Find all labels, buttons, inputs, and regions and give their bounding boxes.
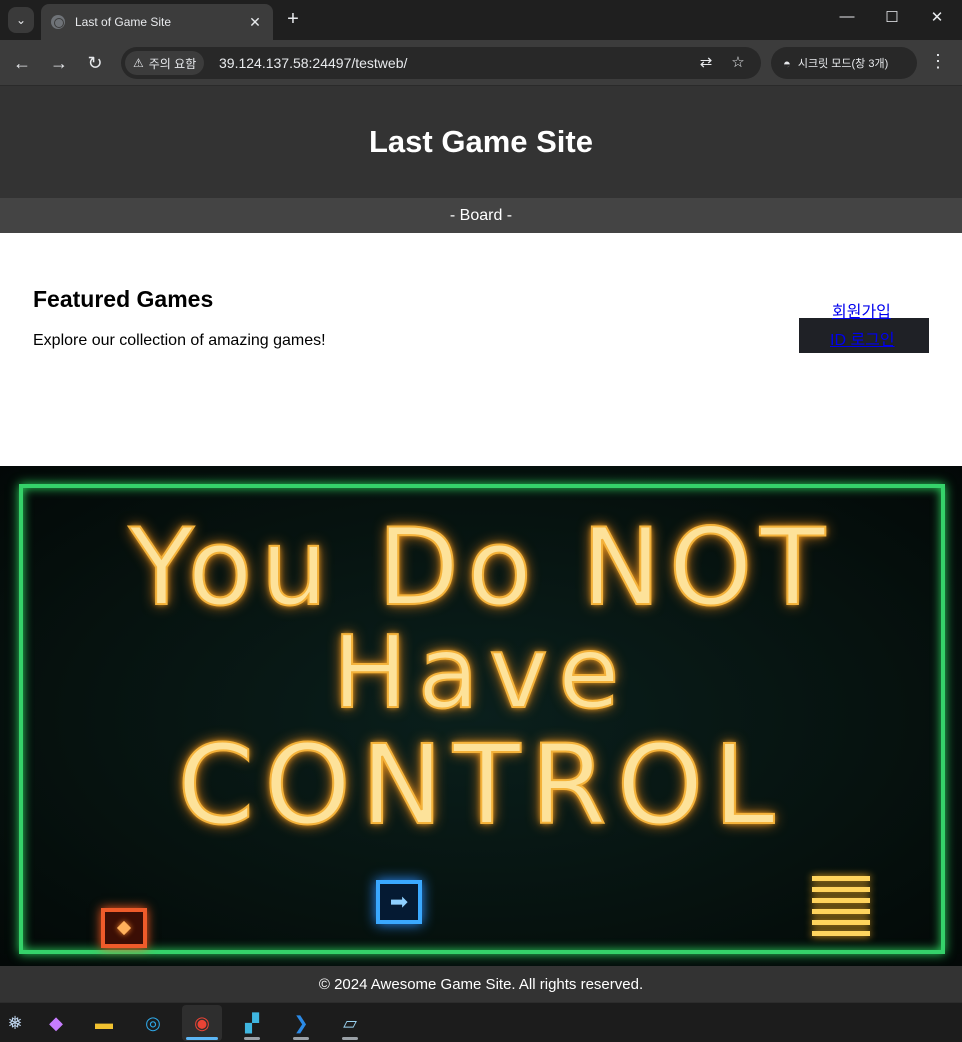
- stairs-icon: [812, 876, 870, 942]
- nav-board-link[interactable]: - Board -: [450, 207, 512, 225]
- tab-strip: ⌄ Last of Game Site ✕ + — ☐ ✕: [0, 0, 962, 40]
- banner-line-2: Have: [331, 613, 630, 732]
- file-explorer-icon[interactable]: ▬: [84, 1005, 124, 1041]
- start-icon[interactable]: ❅: [0, 1005, 30, 1041]
- featured-title: Featured Games: [33, 286, 214, 312]
- maximize-icon[interactable]: ☐: [877, 8, 907, 26]
- warning-icon: ⚠: [133, 56, 144, 70]
- menu-dots-icon[interactable]: ⋮: [928, 51, 948, 72]
- site-header: Last Game Site: [0, 86, 962, 198]
- banner-line-3: CONTROL: [176, 720, 785, 850]
- copilot-icon[interactable]: ◆: [36, 1005, 76, 1041]
- address-bar[interactable]: ⚠ 주의 요함 39.124.137.58:24497/testweb/ ⇄ ☆: [121, 47, 761, 79]
- url-text[interactable]: 39.124.137.58:24497/testweb/: [219, 55, 407, 71]
- site-title: Last Game Site: [369, 124, 593, 159]
- vscode-icon[interactable]: ❯: [281, 1005, 321, 1041]
- close-window-icon[interactable]: ✕: [922, 8, 952, 26]
- game-banner-image: You Do NOT Have CONTROL ➡: [0, 466, 962, 966]
- browser-tab[interactable]: Last of Game Site ✕: [41, 4, 273, 40]
- security-label: 주의 요함: [148, 56, 197, 71]
- visual-studio-icon[interactable]: ▞: [232, 1005, 272, 1041]
- incognito-icon: ◓: [783, 55, 791, 71]
- login-link[interactable]: ID 로그인: [830, 326, 895, 350]
- minimize-icon[interactable]: —: [832, 8, 862, 25]
- arrow-tile-icon: ➡: [376, 880, 422, 924]
- browser-toolbar: ← → ↻ ⚠ 주의 요함 39.124.137.58:24497/testwe…: [0, 40, 962, 86]
- footer-text: © 2024 Awesome Game Site. All rights res…: [318, 976, 644, 993]
- notepad-icon[interactable]: ▱: [330, 1005, 370, 1041]
- signup-link[interactable]: 회원가입: [832, 298, 891, 322]
- translate-icon[interactable]: ⇄: [695, 53, 717, 71]
- incognito-label: 시크릿 모드(창 3개): [797, 58, 889, 70]
- featured-description: Explore our collection of amazing games!: [33, 332, 326, 349]
- banner-line-1: You Do NOT: [128, 505, 834, 630]
- edge-icon[interactable]: ◎: [133, 1005, 173, 1041]
- forward-icon[interactable]: →: [47, 51, 71, 75]
- red-tile-icon: [101, 908, 147, 948]
- reload-icon[interactable]: ↻: [83, 51, 107, 75]
- page-viewport: Last Game Site - Board - Featured Games …: [0, 86, 962, 1002]
- chrome-icon[interactable]: ◉: [182, 1005, 222, 1041]
- back-icon[interactable]: ←: [10, 51, 34, 75]
- tab-title: Last of Game Site: [75, 15, 172, 29]
- site-footer: © 2024 Awesome Game Site. All rights res…: [0, 966, 962, 1002]
- incognito-chip[interactable]: ◓ 시크릿 모드(창 3개): [771, 47, 917, 79]
- favicon-globe-icon: [51, 15, 65, 29]
- site-nav: - Board -: [0, 198, 962, 233]
- new-tab-button[interactable]: +: [282, 8, 304, 32]
- tab-search-icon[interactable]: ⌄: [8, 7, 34, 33]
- tab-close-icon[interactable]: ✕: [243, 14, 267, 31]
- security-chip[interactable]: ⚠ 주의 요함: [125, 51, 205, 75]
- taskbar: ❅ ◆ ▬ ◎ ◉ ▞ ❯ ▱: [0, 1002, 962, 1042]
- star-icon[interactable]: ☆: [727, 53, 749, 71]
